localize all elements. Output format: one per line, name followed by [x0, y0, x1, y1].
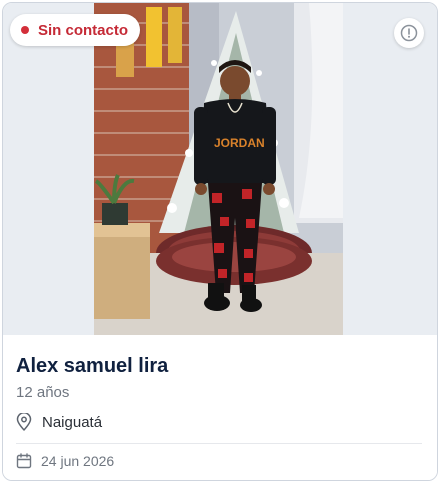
- status-badge: Sin contacto: [10, 14, 141, 46]
- person-photo: JORDAN: [94, 3, 343, 335]
- calendar-icon: [16, 453, 32, 469]
- divider: [16, 443, 422, 444]
- status-dot: [21, 26, 29, 34]
- alert-circle-icon: [400, 24, 418, 42]
- status-label: Sin contacto: [38, 21, 129, 39]
- svg-text:JORDAN: JORDAN: [214, 136, 265, 150]
- missing-person-card[interactable]: JORDAN Sin contacto Alex samuel lira 12 …: [2, 2, 438, 481]
- photo-area: JORDAN Sin contacto: [3, 3, 437, 335]
- date-label: 24 jun 2026: [41, 453, 115, 469]
- location-row: Naiguatá: [16, 413, 102, 431]
- location-label: Naiguatá: [42, 413, 103, 431]
- info-button[interactable]: [394, 18, 424, 48]
- person-name: Alex samuel lira: [16, 355, 169, 377]
- card-details: Alex samuel lira 12 años Naiguatá 24 jun…: [3, 335, 437, 480]
- map-pin-icon: [16, 413, 32, 431]
- photo-illustration: JORDAN: [94, 3, 343, 335]
- date-row: 24 jun 2026: [16, 453, 114, 469]
- person-age: 12 años: [16, 384, 70, 401]
